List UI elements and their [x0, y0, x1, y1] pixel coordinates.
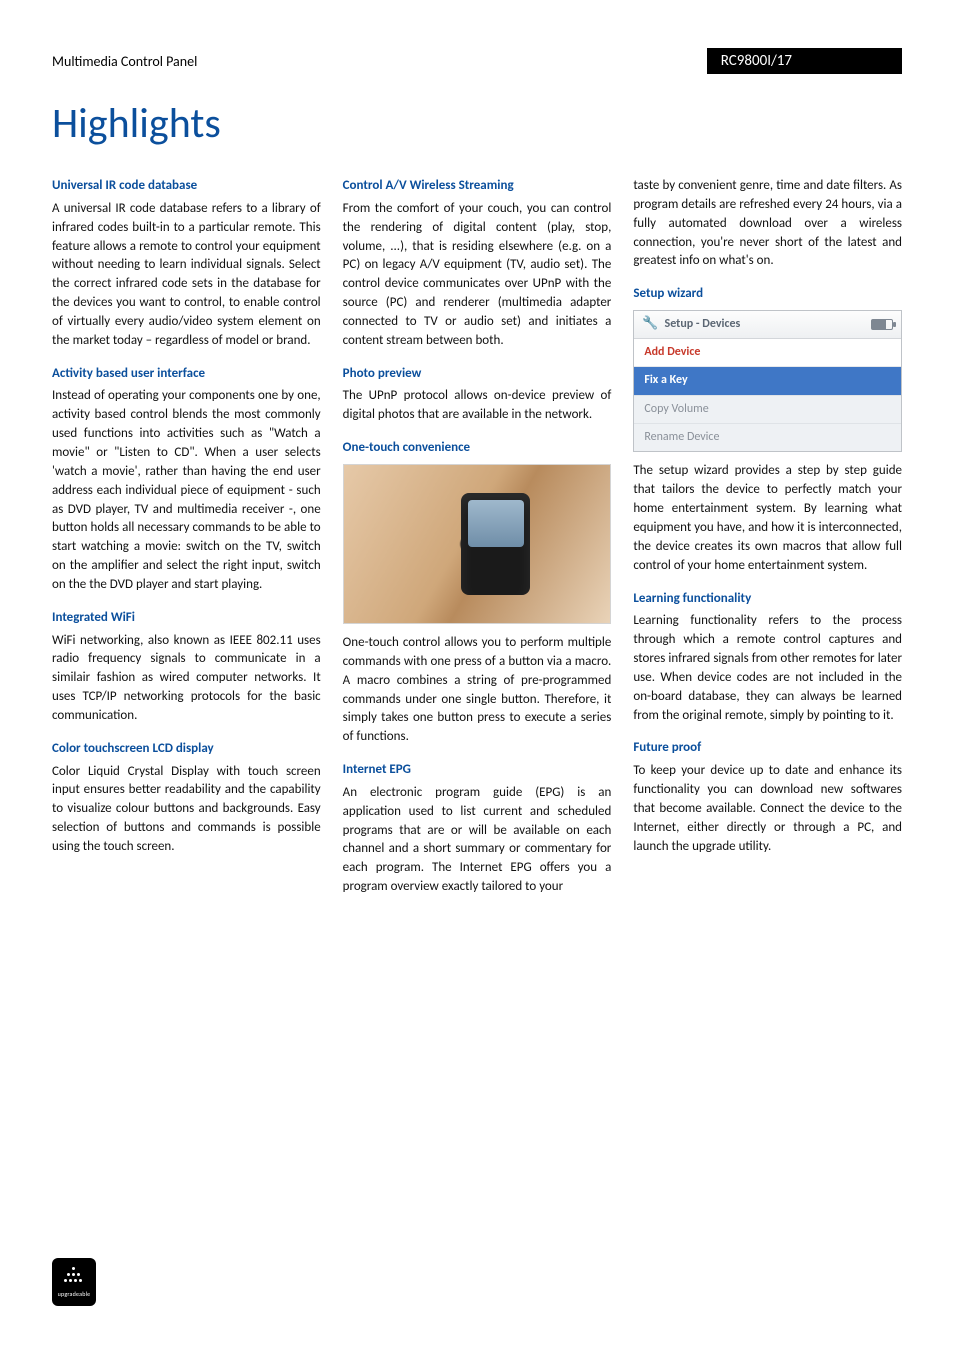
section-body: From the comfort of your couch, you can …	[343, 200, 612, 351]
onetouch-image	[343, 464, 612, 624]
setup-header-label: Setup - Devices	[665, 316, 741, 333]
upgradeable-icon	[64, 1267, 84, 1287]
section-title: Control A/V Wireless Streaming	[343, 177, 612, 196]
setup-row-copy-volume: Copy Volume	[634, 395, 901, 423]
section-title: Activity based user interface	[52, 365, 321, 384]
section-body: taste by convenient genre, time and date…	[633, 177, 902, 271]
setup-row-rename-device: Rename Device	[634, 423, 901, 451]
section-body: Color Liquid Crystal Display with touch …	[52, 763, 321, 857]
section-body: Instead of operating your components one…	[52, 387, 321, 594]
remote-in-hand-photo	[343, 464, 612, 624]
section-body: WiFi networking, also known as IEEE 802.…	[52, 632, 321, 726]
section-body: Learning functionality refers to the pro…	[633, 612, 902, 725]
section-title: Learning functionality	[633, 590, 902, 609]
column-1: Universal IR code database A universal I…	[52, 177, 321, 901]
content-columns: Universal IR code database A universal I…	[52, 177, 902, 901]
setup-row-add-device: Add Device	[634, 339, 901, 367]
page-title: Highlights	[52, 98, 902, 149]
wrench-icon: 🔧	[642, 315, 658, 334]
battery-icon	[871, 319, 893, 330]
section-title: Color touchscreen LCD display	[52, 740, 321, 759]
section-title: Integrated WiFi	[52, 609, 321, 628]
section-body: A universal IR code database refers to a…	[52, 200, 321, 351]
setup-row-fix-a-key: Fix a Key	[634, 367, 901, 394]
setup-screenshot-header: 🔧 Setup - Devices	[634, 311, 901, 339]
section-title: Setup wizard	[633, 285, 902, 304]
model-badge: RC9800I/17	[707, 48, 902, 74]
header-row: Multimedia Control Panel RC9800I/17	[52, 48, 902, 74]
product-name: Multimedia Control Panel	[52, 53, 197, 70]
section-title: Internet EPG	[343, 761, 612, 780]
section-body: The UPnP protocol allows on-device previ…	[343, 387, 612, 425]
section-title: One-touch convenience	[343, 439, 612, 458]
column-3: taste by convenient genre, time and date…	[633, 177, 902, 901]
section-body: To keep your device up to date and enhan…	[633, 762, 902, 856]
upgradeable-label: upgradeable	[58, 1290, 91, 1298]
setup-wizard-screenshot: 🔧 Setup - Devices Add Device Fix a Key C…	[633, 310, 902, 452]
section-body: An electronic program guide (EPG) is an …	[343, 784, 612, 897]
section-title: Photo preview	[343, 365, 612, 384]
section-title: Future proof	[633, 739, 902, 758]
section-body: The setup wizard provides a step by step…	[633, 462, 902, 575]
section-body: One-touch control allows you to perform …	[343, 634, 612, 747]
setup-wizard-image: 🔧 Setup - Devices Add Device Fix a Key C…	[633, 310, 902, 452]
column-2: Control A/V Wireless Streaming From the …	[343, 177, 612, 901]
upgradeable-badge: upgradeable	[52, 1258, 96, 1306]
section-title: Universal IR code database	[52, 177, 321, 196]
